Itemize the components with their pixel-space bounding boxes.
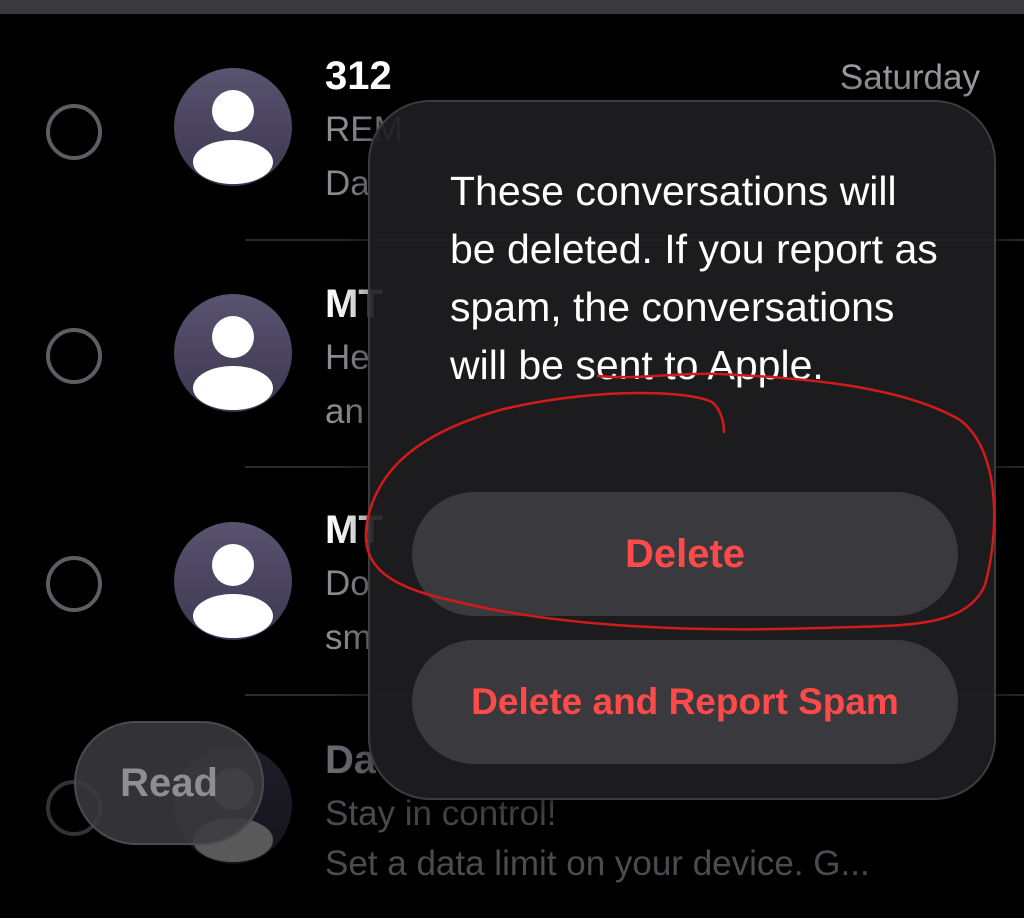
select-circle-icon[interactable]	[46, 328, 102, 384]
conversation-preview-line2: Set a data limit on your device. G...	[325, 844, 870, 883]
select-circle-icon[interactable]	[46, 556, 102, 612]
conversation-date: Saturday	[839, 58, 980, 97]
contact-avatar-icon	[174, 68, 292, 186]
read-button[interactable]: Read	[74, 721, 264, 845]
delete-button-label: Delete	[624, 531, 746, 576]
messages-screen: 312 Saturday REM Da MT He an MT Do sm Da…	[0, 0, 1024, 918]
contact-avatar-icon	[174, 294, 292, 412]
conversation-sender: 312	[325, 54, 392, 98]
delete-confirmation-alert: These conversations will be deleted. If …	[368, 100, 996, 800]
alert-message: These conversations will be deleted. If …	[450, 168, 938, 388]
top-bar	[0, 0, 1024, 14]
delete-and-report-spam-button[interactable]: Delete and Report Spam	[412, 640, 958, 764]
select-circle-icon[interactable]	[46, 104, 102, 160]
delete-and-report-spam-label: Delete and Report Spam	[471, 681, 899, 722]
contact-avatar-icon	[174, 522, 292, 640]
delete-button[interactable]: Delete	[412, 492, 958, 616]
